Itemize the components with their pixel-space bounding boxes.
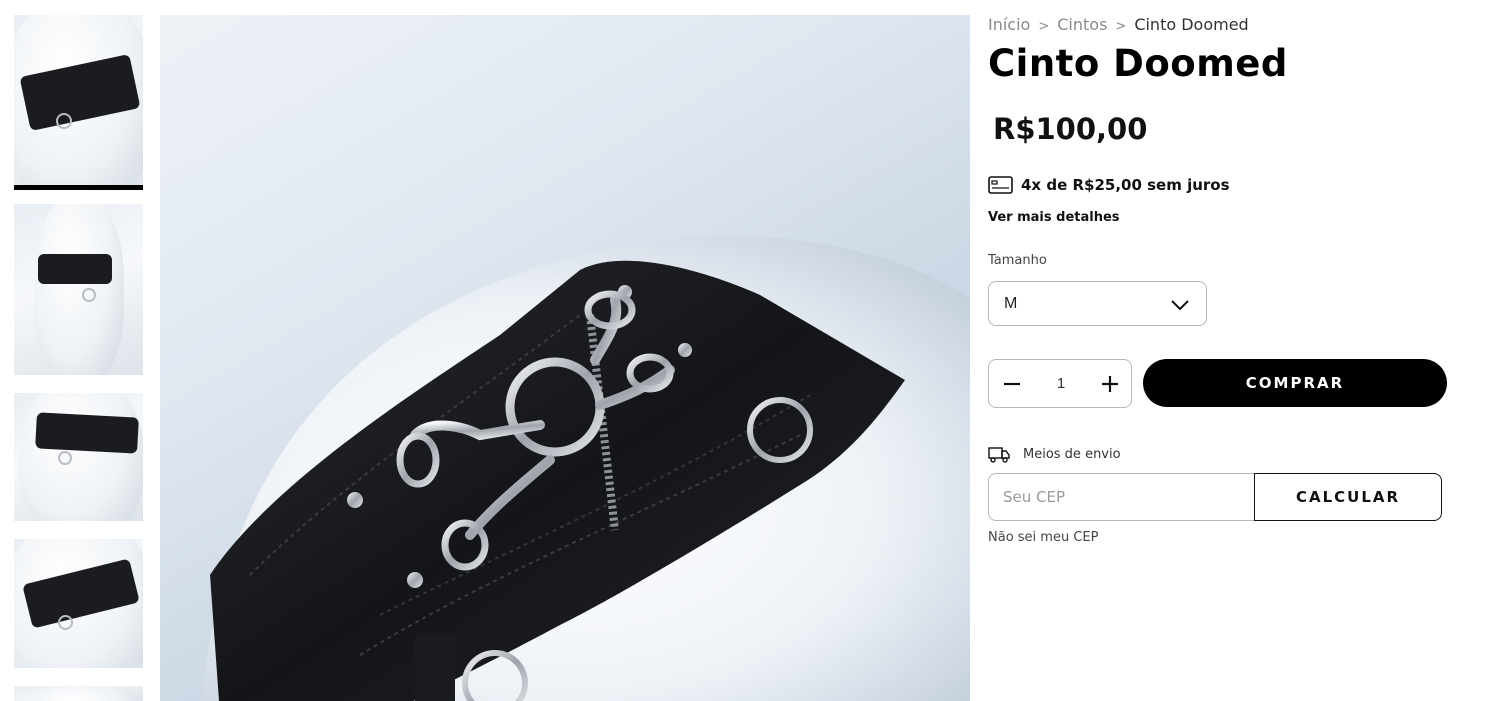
thumbnail-5[interactable] [14,686,143,701]
main-product-image[interactable] [160,15,970,701]
ring-shape [58,615,73,630]
quantity-value[interactable]: 1 [1039,375,1083,392]
quantity-stepper: 1 [988,359,1132,408]
belt-shape [38,254,112,284]
quantity-decrease-button[interactable] [989,360,1033,407]
breadcrumb-current: Cinto Doomed [1134,15,1249,34]
size-select[interactable]: M [988,281,1207,326]
thumbnail-1[interactable] [14,15,143,190]
mannequin-shape [34,686,134,701]
breadcrumb: Início > Cintos > Cinto Doomed [988,15,1249,34]
cep-input[interactable] [988,473,1256,521]
minus-icon [1004,382,1020,386]
breadcrumb-separator: > [1115,19,1127,34]
breadcrumb-separator: > [1038,19,1050,34]
shipping-label-text: Meios de envio [1023,447,1121,462]
breadcrumb-link-home[interactable]: Início [988,15,1030,34]
ring-shape [82,288,96,302]
installments-info: 4x de R$25,00 sem juros [988,176,1230,194]
thumbnail-3[interactable] [14,393,143,521]
thumbnail-4[interactable] [14,539,143,668]
size-select-value: M [1004,295,1018,312]
size-label: Tamanho [988,253,1047,268]
shipping-label: Meios de envio [988,446,1121,463]
quantity-increase-button[interactable] [1087,360,1131,407]
ring-shape [58,451,72,465]
product-illustration [201,236,970,701]
credit-card-icon [988,176,1013,194]
calculate-shipping-button[interactable]: CALCULAR [1254,473,1442,521]
thumbnail-2[interactable] [14,204,143,375]
mannequin-shape [19,393,143,521]
breadcrumb-link-category[interactable]: Cintos [1057,15,1107,34]
mannequin-shape [34,204,124,375]
plus-icon [1102,376,1118,392]
chevron-down-icon [1170,295,1190,315]
more-details-link[interactable]: Ver mais detalhes [988,210,1120,225]
buy-button[interactable]: COMPRAR [1143,359,1447,407]
truck-icon [988,447,1010,463]
product-title: Cinto Doomed [988,42,1288,85]
belt-shape [35,412,139,454]
product-price: R$100,00 [993,112,1148,146]
ring-shape [56,113,72,129]
cep-help-link[interactable]: Não sei meu CEP [988,530,1098,545]
installments-text: 4x de R$25,00 sem juros [1021,176,1230,194]
